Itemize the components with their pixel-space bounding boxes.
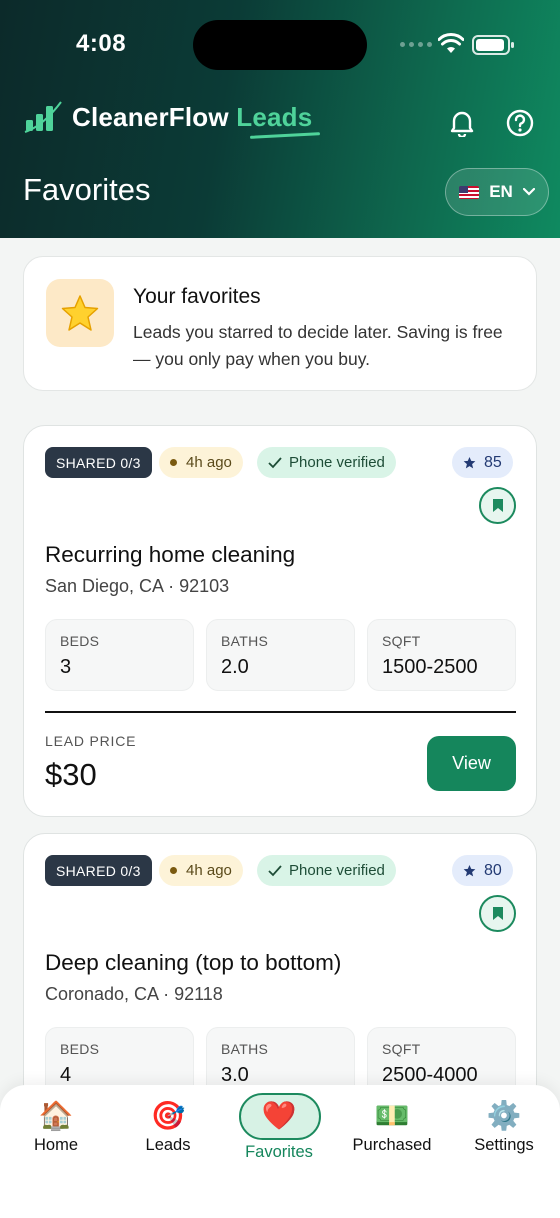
status-time: 4:08	[76, 30, 127, 57]
phone-verified-badge: Phone verified	[257, 447, 396, 478]
screen: 4:08 CleanerFlow Leads Favorites EN Your…	[0, 0, 560, 1218]
nav-settings-label: Settings	[474, 1136, 534, 1154]
baths-label: BATHS	[221, 633, 269, 649]
dot-icon	[170, 867, 177, 874]
nav-leads-label: Leads	[145, 1136, 191, 1154]
logo-underline	[249, 132, 321, 139]
app-logo: CleanerFlow Leads	[24, 100, 321, 139]
money-icon: 💵	[374, 1099, 410, 1132]
signal-icon	[400, 42, 432, 47]
baths-value: 2.0	[221, 656, 249, 678]
help-icon[interactable]	[504, 107, 536, 139]
us-flag-icon	[459, 185, 480, 199]
verified-label: Phone verified	[289, 454, 385, 471]
baths-label: BATHS	[221, 1041, 269, 1057]
app-header: 4:08 CleanerFlow Leads Favorites EN	[0, 0, 560, 238]
favorites-info-card: Your favorites Leads you starred to deci…	[23, 256, 537, 391]
battery-icon	[472, 35, 514, 55]
score-value: 85	[484, 453, 502, 471]
bar-chart-logo-icon	[24, 101, 62, 133]
checkmark-icon	[268, 456, 282, 468]
sqft-value: 1500-2500	[382, 656, 478, 678]
bookmark-icon	[492, 907, 503, 920]
bookmark-button[interactable]	[479, 895, 516, 932]
sqft-label: SQFT	[382, 1041, 421, 1057]
nav-favorites-label: Favorites	[245, 1143, 313, 1161]
nav-purchased[interactable]: 💵 Purchased	[342, 1099, 442, 1165]
beds-label: BEDS	[60, 633, 100, 649]
time-badge: 4h ago	[159, 447, 243, 478]
lead-card: SHARED 0/3 4h ago Phone verified 85 Recu…	[23, 425, 537, 817]
baths-value: 3.0	[221, 1064, 249, 1086]
beds-value: 4	[60, 1064, 72, 1086]
house-icon: 🏠	[38, 1099, 74, 1132]
page-title: Favorites	[23, 172, 151, 207]
app-name-main: CleanerFlow	[72, 101, 229, 132]
language-label: EN	[489, 182, 513, 201]
info-description: Leads you starred to decide later. Savin…	[133, 322, 503, 369]
sqft-label: SQFT	[382, 633, 421, 649]
beds-stat: BEDS 3	[45, 619, 194, 691]
score-badge: 85	[452, 447, 513, 478]
view-lead-button[interactable]: View	[427, 736, 516, 791]
chevron-down-icon	[522, 188, 535, 196]
lead-title: Recurring home cleaning	[45, 542, 296, 567]
time-label: 4h ago	[186, 454, 232, 471]
baths-stat: BATHS 2.0	[206, 619, 355, 691]
phone-verified-badge: Phone verified	[257, 855, 396, 886]
sqft-value: 2500-4000	[382, 1064, 478, 1086]
shared-badge: SHARED 0/3	[45, 447, 152, 478]
sqft-stat: SQFT 1500-2500	[367, 619, 516, 691]
lead-location: San Diego, CA · 92103	[45, 576, 230, 596]
bookmark-button[interactable]	[479, 487, 516, 524]
gear-icon: ⚙️	[486, 1099, 522, 1132]
app-name-accent: Leads	[236, 101, 313, 132]
bookmark-icon	[492, 499, 503, 512]
lead-title: Deep cleaning (top to bottom)	[45, 950, 342, 975]
star-icon	[463, 864, 476, 877]
nav-home[interactable]: 🏠 Home	[6, 1099, 106, 1165]
shared-badge: SHARED 0/3	[45, 855, 152, 886]
language-selector[interactable]: EN	[445, 168, 549, 216]
score-value: 80	[484, 861, 502, 879]
lead-price-value: $30	[45, 757, 97, 792]
wifi-icon	[437, 33, 465, 60]
target-icon: 🎯	[150, 1099, 186, 1132]
dynamic-island	[193, 20, 367, 70]
notifications-bell-icon[interactable]	[446, 107, 478, 139]
nav-purchased-label: Purchased	[352, 1136, 432, 1154]
star-icon	[463, 456, 476, 469]
lead-location: Coronado, CA · 92118	[45, 984, 223, 1004]
info-title: Your favorites	[133, 285, 261, 308]
app-name: CleanerFlow Leads	[72, 102, 312, 133]
divider	[45, 711, 516, 713]
nav-leads[interactable]: 🎯 Leads	[118, 1099, 218, 1165]
lead-price-label: LEAD PRICE	[45, 733, 137, 749]
time-badge: 4h ago	[159, 855, 243, 886]
dot-icon	[170, 459, 177, 466]
checkmark-icon	[268, 864, 282, 876]
time-label: 4h ago	[186, 862, 232, 879]
verified-label: Phone verified	[289, 862, 385, 879]
nav-settings[interactable]: ⚙️ Settings	[454, 1099, 554, 1165]
star-icon	[46, 279, 114, 347]
nav-home-label: Home	[33, 1136, 78, 1154]
beds-label: BEDS	[60, 1041, 100, 1057]
nav-favorites[interactable]: ❤️ Favorites	[229, 1099, 329, 1165]
bottom-navigation: 🏠 Home 🎯 Leads ❤️ Favorites 💵 Purchased …	[0, 1085, 560, 1218]
beds-value: 3	[60, 656, 72, 678]
heart-icon: ❤️	[261, 1099, 297, 1132]
score-badge: 80	[452, 855, 513, 886]
